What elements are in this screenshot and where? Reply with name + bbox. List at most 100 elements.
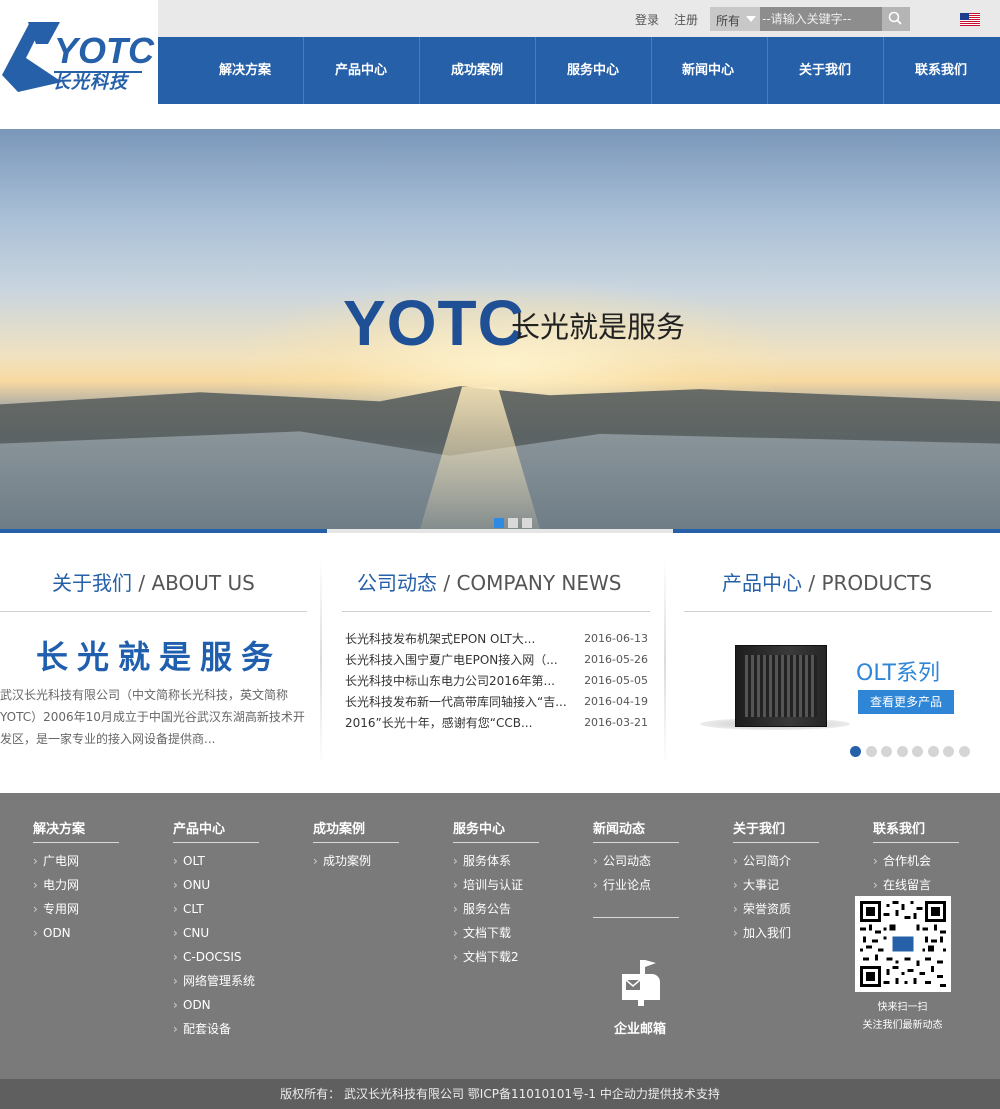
nav-item-products[interactable]: 产品中心	[303, 37, 419, 104]
footer-link[interactable]: 专用网	[33, 901, 123, 925]
footer-link[interactable]: OLT	[173, 853, 263, 877]
news-item[interactable]: 长光科技发布机架式EPON OLT大... 2016-06-13	[345, 629, 648, 650]
chevron-down-icon	[746, 16, 756, 22]
search-scope-select[interactable]: 所有	[710, 7, 760, 31]
news-title-en: / COMPANY NEWS	[443, 571, 622, 595]
footer-link[interactable]: 广电网	[33, 853, 123, 877]
column-divider	[664, 560, 666, 765]
banner-dot[interactable]	[494, 518, 504, 528]
logo-brand-text: YOTC	[54, 30, 155, 71]
footer-col-underline	[733, 842, 819, 843]
footer-link[interactable]: C-DOCSIS	[173, 949, 263, 973]
news-list: 长光科技发布机架式EPON OLT大... 2016-06-13 长光科技入围宁夏…	[345, 629, 648, 734]
product-dot[interactable]	[912, 746, 923, 757]
wechat-qr-code	[855, 896, 951, 992]
footer-link[interactable]: 公司动态	[593, 853, 683, 877]
news-item-title: 长光科技发布机架式EPON OLT大...	[345, 632, 536, 646]
login-link[interactable]: 登录	[635, 11, 659, 28]
mailbox-icon	[622, 960, 660, 1006]
news-item-date: 2016-06-13	[584, 632, 648, 645]
footer-col-title[interactable]: 服务中心	[453, 818, 543, 842]
footer-link[interactable]: CNU	[173, 925, 263, 949]
nav-item-about[interactable]: 关于我们	[767, 37, 883, 104]
footer-col-title[interactable]: 联系我们	[873, 818, 963, 842]
footer-link[interactable]: 行业论点	[593, 877, 683, 901]
footer-link[interactable]: ODN	[33, 925, 123, 949]
banner-dot[interactable]	[508, 518, 518, 528]
products-title-cn: 产品中心	[722, 571, 802, 595]
copyright-bar: 版权所有： 武汉长光科技有限公司 鄂ICP备11010101号-1 中企动力提供…	[0, 1079, 1000, 1109]
footer-link[interactable]: 服务公告	[453, 901, 543, 925]
news-item[interactable]: 长光科技入围宁夏广电EPON接入网（... 2016-05-26	[345, 650, 648, 671]
footer-link[interactable]: ODN	[173, 997, 263, 1021]
footer-link[interactable]: ONU	[173, 877, 263, 901]
column-divider	[320, 560, 322, 765]
footer-col-underline	[173, 842, 259, 843]
more-products-button[interactable]: 查看更多产品	[858, 690, 954, 714]
footer-link[interactable]: 加入我们	[733, 925, 823, 949]
product-dot[interactable]	[850, 746, 861, 757]
news-item[interactable]: 长光科技发布新一代高带库同轴接入“吉... 2016-04-19	[345, 692, 648, 713]
footer-col-underline	[453, 842, 539, 843]
nav-item-cases[interactable]: 成功案例	[419, 37, 535, 104]
product-dot[interactable]	[881, 746, 892, 757]
footer-link[interactable]: 公司简介	[733, 853, 823, 877]
about-slogan: 长光就是服务	[36, 638, 283, 676]
news-item[interactable]: 长光科技中标山东电力公司2016年第... 2016-05-05	[345, 671, 648, 692]
footer-link[interactable]: 文档下载	[453, 925, 543, 949]
search-button[interactable]	[882, 7, 910, 31]
footer-col-title[interactable]: 新闻动态	[593, 818, 683, 842]
news-item-title: 长光科技发布新一代高带库同轴接入“吉...	[345, 695, 567, 709]
footer-col-title[interactable]: 成功案例	[313, 818, 403, 842]
news-item[interactable]: 2016”长光十年，感谢有您“CCB... 2016-03-21	[345, 713, 648, 734]
product-dot[interactable]	[896, 746, 908, 757]
footer-link[interactable]: 培训与认证	[453, 877, 543, 901]
banner-accent-right	[673, 529, 1000, 533]
footer-col-title[interactable]: 产品中心	[173, 818, 263, 842]
about-section-title[interactable]: 关于我们 / ABOUT US	[52, 567, 255, 596]
footer-link[interactable]: 配套设备	[173, 1021, 263, 1045]
footer-link[interactable]: CLT	[173, 901, 263, 925]
product-dot[interactable]	[958, 746, 970, 757]
footer-link[interactable]: 成功案例	[313, 853, 403, 877]
product-dot[interactable]	[943, 746, 954, 757]
news-item-title: 长光科技中标山东电力公司2016年第...	[345, 674, 555, 688]
footer-col-underline	[873, 842, 959, 843]
footer-col-solutions: 解决方案 广电网 电力网 专用网 ODN	[33, 818, 123, 949]
nav-item-service[interactable]: 服务中心	[535, 37, 651, 104]
products-section-title[interactable]: 产品中心 / PRODUCTS	[722, 567, 932, 596]
banner-accent-left	[0, 529, 327, 533]
about-text[interactable]: 武汉长光科技有限公司（中文简称长光科技，英文简称YOTC）2006年10月成立于…	[0, 684, 308, 750]
footer-link[interactable]: 荣誉资质	[733, 901, 823, 925]
footer-link[interactable]: 服务体系	[453, 853, 543, 877]
product-dot[interactable]	[865, 746, 877, 757]
footer-link[interactable]: 网络管理系统	[173, 973, 263, 997]
footer-link[interactable]: 大事记	[733, 877, 823, 901]
footer-col-divider	[593, 917, 679, 918]
news-section-title[interactable]: 公司动态 / COMPANY NEWS	[357, 567, 621, 596]
footer-link[interactable]: 合作机会	[873, 853, 963, 877]
banner-dot[interactable]	[522, 518, 532, 528]
register-link[interactable]: 注册	[674, 11, 698, 28]
footer-col-title[interactable]: 解决方案	[33, 818, 123, 842]
search-input[interactable]	[762, 9, 882, 29]
products-title-en: / PRODUCTS	[808, 571, 933, 595]
footer-col-title[interactable]: 关于我们	[733, 818, 823, 842]
nav-item-news[interactable]: 新闻中心	[650, 37, 766, 104]
language-switch[interactable]	[960, 11, 980, 26]
qr-code	[860, 901, 946, 987]
hero-banner[interactable]: YOTC 长光就是服务	[0, 129, 1000, 529]
product-dot[interactable]	[927, 746, 939, 757]
footer-link[interactable]: 文档下载2	[453, 949, 543, 973]
logo-name-text: 长光科技	[52, 72, 130, 93]
banner-slogan: 长光就是服务	[511, 310, 686, 344]
footer-link[interactable]: 电力网	[33, 877, 123, 901]
enterprise-mail-link[interactable]: 企业邮箱	[605, 958, 675, 1037]
site-logo[interactable]: YOTC 长光科技	[0, 0, 158, 104]
nav-item-contact[interactable]: 联系我们	[883, 37, 999, 104]
search-box: 所有	[710, 7, 910, 31]
logo-mark-icon: YOTC 长光科技	[2, 22, 155, 93]
news-item-title: 2016”长光十年，感谢有您“CCB...	[345, 716, 533, 730]
nav-item-solutions[interactable]: 解决方案	[187, 37, 303, 104]
news-item-date: 2016-05-05	[584, 674, 648, 687]
